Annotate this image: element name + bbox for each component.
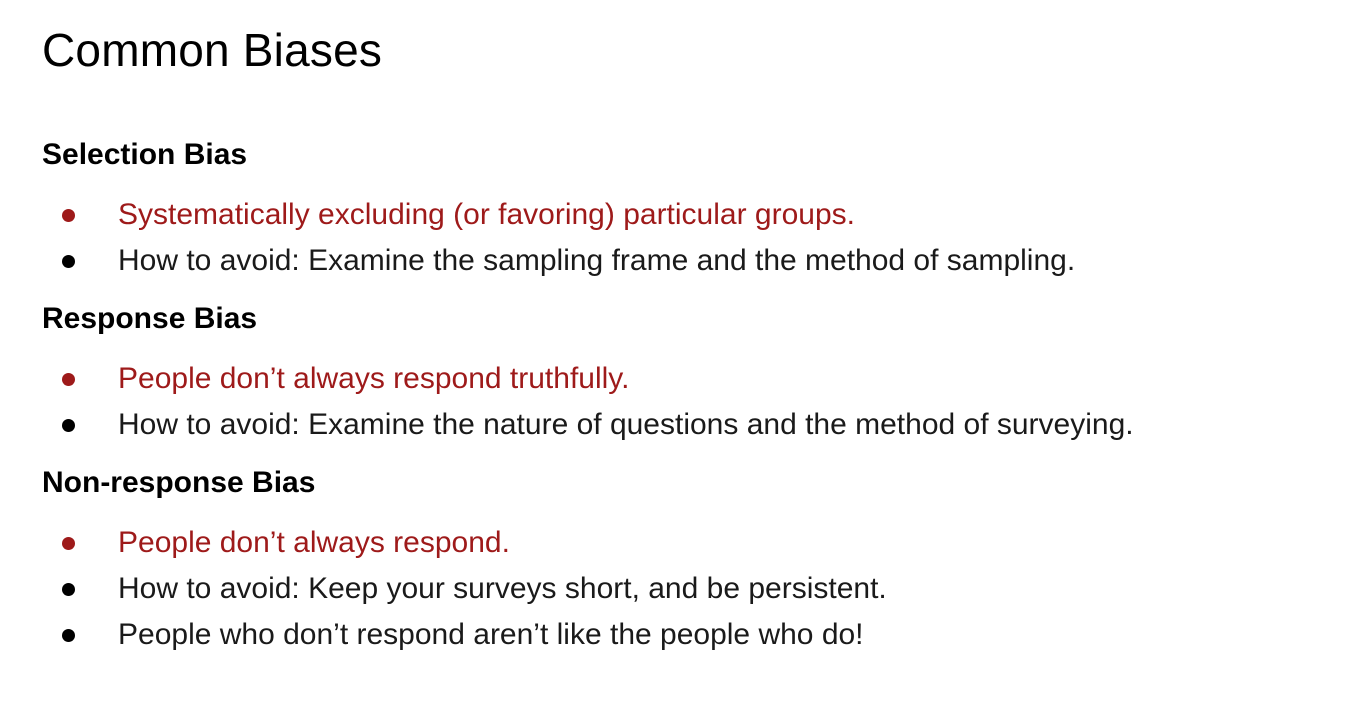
section-non-response-bias: Non-response Bias People don’t always re… (42, 462, 1342, 658)
bullet-list: People don’t always respond truthfully. … (42, 356, 1342, 448)
section-response-bias: Response Bias People don’t always respon… (42, 298, 1342, 448)
list-item: How to avoid: Examine the sampling frame… (42, 238, 1342, 284)
list-item: People don’t always respond. (42, 520, 1342, 566)
section-selection-bias: Selection Bias Systematically excluding … (42, 134, 1342, 284)
list-item: People who don’t respond aren’t like the… (42, 612, 1342, 658)
bullet-text: How to avoid: Examine the sampling frame… (118, 244, 1076, 277)
list-item: People don’t always respond truthfully. (42, 356, 1342, 402)
bullet-dot-icon (62, 537, 75, 550)
bullet-text: People don’t always respond. (118, 526, 510, 559)
section-heading: Response Bias (42, 302, 258, 335)
slide-content: Selection Bias Systematically excluding … (42, 134, 1342, 672)
bullet-dot-icon (62, 209, 75, 222)
bullet-dot-icon (62, 583, 75, 596)
list-item: How to avoid: Keep your surveys short, a… (42, 566, 1342, 612)
bullet-text: How to avoid: Keep your surveys short, a… (118, 572, 887, 605)
bullet-dot-icon (62, 419, 75, 432)
bullet-dot-icon (62, 629, 75, 642)
section-heading: Selection Bias (42, 138, 248, 171)
list-item: Systematically excluding (or favoring) p… (42, 192, 1342, 238)
bullet-text: Systematically excluding (or favoring) p… (118, 198, 855, 231)
bullet-dot-icon (62, 255, 75, 268)
bullet-dot-icon (62, 373, 75, 386)
bullet-text: People who don’t respond aren’t like the… (118, 618, 864, 651)
bullet-list: Systematically excluding (or favoring) p… (42, 192, 1342, 284)
section-heading: Non-response Bias (42, 466, 316, 499)
slide-title: Common Biases (42, 24, 383, 76)
slide: Common Biases Selection Bias Systematica… (0, 0, 1364, 714)
bullet-text: People don’t always respond truthfully. (118, 362, 630, 395)
bullet-text: How to avoid: Examine the nature of ques… (118, 408, 1134, 441)
list-item: How to avoid: Examine the nature of ques… (42, 402, 1342, 448)
bullet-list: People don’t always respond. How to avoi… (42, 520, 1342, 658)
